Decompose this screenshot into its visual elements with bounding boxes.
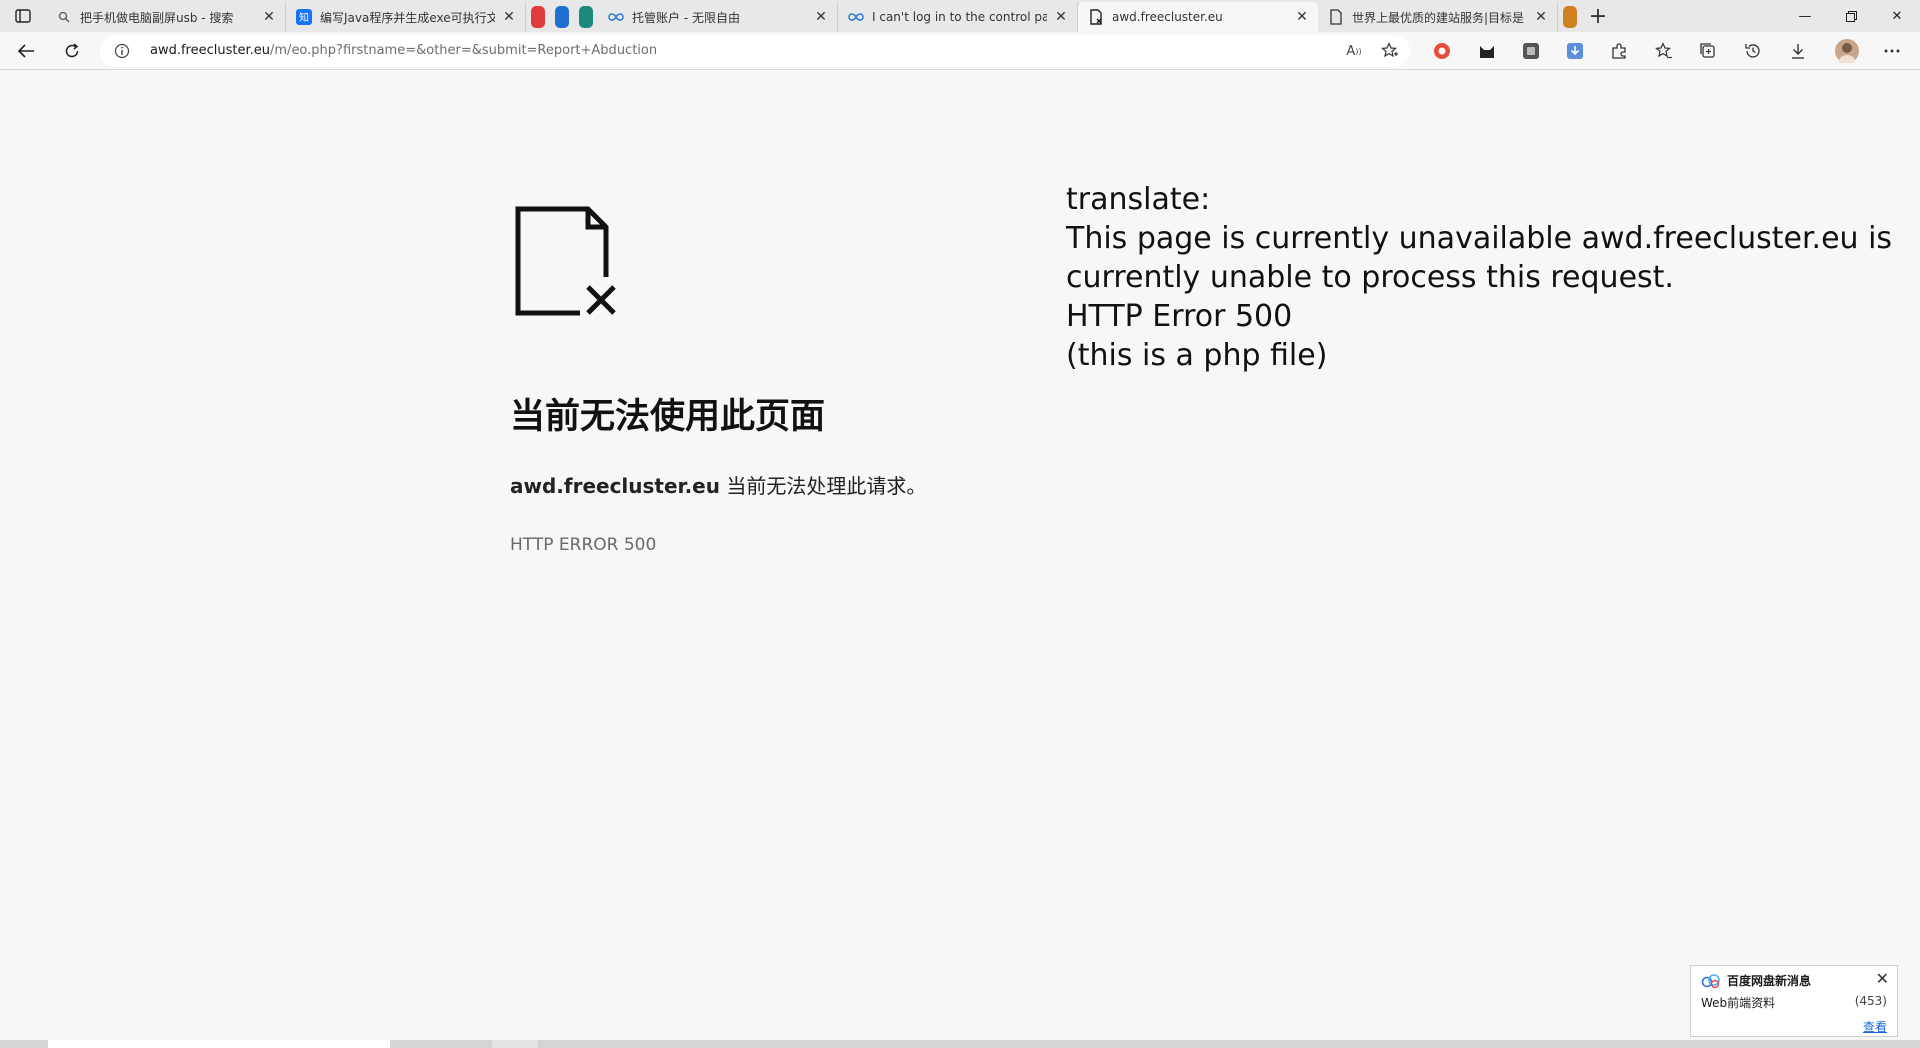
- tab-title: awd.freecluster.eu: [1112, 10, 1223, 24]
- baidu-cloud-icon: [1701, 973, 1720, 988]
- notification-header: 百度网盘新消息: [1701, 972, 1811, 989]
- tab-login-help[interactable]: I can't log in to the control panel ✕: [838, 2, 1078, 32]
- notification-folder: Web前端资料: [1701, 996, 1776, 1010]
- extension-cat-icon[interactable]: [1477, 41, 1497, 61]
- window-controls: — ✕: [1782, 0, 1920, 32]
- tab-search[interactable]: 把手机做电脑副屏usb - 搜索 ✕: [46, 2, 286, 32]
- browser-toolbar: awd.freecluster.eu/m/eo.php?firstname=&o…: [0, 32, 1920, 70]
- tab-actions-button[interactable]: [0, 0, 46, 32]
- translate-line: HTTP Error 500: [1066, 299, 1293, 334]
- add-favorite-icon[interactable]: [1380, 41, 1400, 61]
- notification-count: (453): [1854, 994, 1887, 1008]
- tab-zhihu[interactable]: 知 编写Java程序并生成exe可执行文件 ✕: [286, 2, 526, 32]
- url-text[interactable]: awd.freecluster.eu/m/eo.php?firstname=&o…: [150, 43, 657, 58]
- translate-line: (this is a php file): [1066, 338, 1328, 373]
- back-arrow-icon: [17, 44, 34, 58]
- svg-text:知: 知: [299, 11, 309, 24]
- url-host: awd.freecluster.eu: [150, 43, 271, 58]
- close-icon[interactable]: ✕: [261, 9, 277, 25]
- tab-title: 把手机做电脑副屏usb - 搜索: [80, 10, 234, 25]
- close-window-button[interactable]: ✕: [1874, 0, 1920, 32]
- url-path: /m/eo.php?firstname=&other=&submit=Repor…: [270, 43, 658, 58]
- search-icon: [56, 9, 72, 25]
- notification-title: 百度网盘新消息: [1727, 974, 1812, 988]
- refresh-button[interactable]: [58, 37, 86, 65]
- tab-hosting-service[interactable]: 世界上最优质的建站服务|目标是 ✕: [1318, 2, 1558, 32]
- pinned-tab[interactable]: [579, 6, 593, 28]
- zhihu-icon: 知: [296, 9, 312, 25]
- extension-download-icon[interactable]: [1565, 41, 1585, 61]
- baidu-netdisk-notification: 百度网盘新消息 ✕ Web前端资料 (453) 查看: [1690, 965, 1898, 1037]
- close-icon[interactable]: ✕: [813, 9, 829, 25]
- refresh-icon: [65, 43, 79, 58]
- back-button[interactable]: [12, 37, 40, 65]
- close-icon[interactable]: ✕: [1533, 9, 1549, 25]
- tab-title: 编写Java程序并生成exe可执行文件: [320, 10, 495, 25]
- notification-view-link[interactable]: 查看: [1863, 1018, 1887, 1035]
- sidebar-icon: [15, 9, 31, 23]
- error-code: HTTP ERROR 500: [510, 535, 657, 555]
- error-host: awd.freecluster.eu: [510, 474, 720, 498]
- broken-page-icon: [515, 206, 620, 317]
- close-icon[interactable]: ✕: [1294, 9, 1310, 25]
- pinned-tab[interactable]: [531, 6, 545, 28]
- error-description: awd.freecluster.eu 当前无法处理此请求。: [510, 470, 926, 499]
- minimize-button[interactable]: —: [1782, 0, 1828, 32]
- tab-hosted-account[interactable]: 托管账户 - 无限自由 ✕: [598, 2, 838, 32]
- collections-icon[interactable]: [1698, 41, 1718, 61]
- read-aloud-icon[interactable]: A)): [1344, 41, 1364, 61]
- translate-line: currently unable to process this request…: [1066, 260, 1674, 295]
- extensions-puzzle-icon[interactable]: [1609, 41, 1629, 61]
- translate-line: This page is currently unavailable awd.f…: [1066, 221, 1893, 256]
- profile-avatar[interactable]: [1834, 38, 1860, 64]
- infinity-icon: [848, 9, 864, 25]
- favorites-icon[interactable]: [1654, 41, 1674, 61]
- tab-title: I can't log in to the control panel: [872, 10, 1047, 24]
- translate-annotation: translate: This page is currently unavai…: [1066, 180, 1893, 375]
- tab-strip: 把手机做电脑副屏usb - 搜索 ✕ 知 编写Java程序并生成exe可执行文件…: [0, 0, 1920, 32]
- broken-page-icon: [1088, 9, 1104, 25]
- page-icon: [1328, 9, 1344, 25]
- tab-active-freecluster[interactable]: awd.freecluster.eu ✕: [1078, 2, 1318, 32]
- pinned-tab[interactable]: [555, 6, 569, 28]
- extension-red-icon[interactable]: [1432, 41, 1452, 61]
- error-heading: 当前无法使用此页面: [510, 397, 826, 437]
- downloads-icon[interactable]: [1788, 41, 1808, 61]
- site-info-icon[interactable]: [114, 43, 130, 59]
- extension-gray-icon[interactable]: [1521, 41, 1541, 61]
- taskbar-item[interactable]: [48, 1040, 390, 1048]
- close-icon[interactable]: ✕: [1876, 969, 1889, 988]
- restore-icon: [1845, 10, 1857, 22]
- tab-title: 世界上最优质的建站服务|目标是: [1352, 10, 1525, 25]
- history-icon[interactable]: [1743, 41, 1763, 61]
- error-description-text: 当前无法处理此请求。: [719, 474, 927, 498]
- tab-title: 托管账户 - 无限自由: [632, 10, 740, 25]
- infinity-icon: [608, 9, 624, 25]
- close-icon[interactable]: ✕: [501, 9, 517, 25]
- pinned-tab[interactable]: [1563, 6, 1577, 28]
- new-tab-button[interactable]: +: [1582, 0, 1614, 32]
- restore-button[interactable]: [1828, 0, 1874, 32]
- close-icon[interactable]: ✕: [1053, 9, 1069, 25]
- address-bar[interactable]: awd.freecluster.eu/m/eo.php?firstname=&o…: [100, 35, 1410, 67]
- translate-line: translate:: [1066, 182, 1211, 217]
- more-menu-icon[interactable]: [1882, 41, 1902, 61]
- taskbar-item[interactable]: [492, 1040, 538, 1048]
- taskbar: [0, 1040, 1920, 1048]
